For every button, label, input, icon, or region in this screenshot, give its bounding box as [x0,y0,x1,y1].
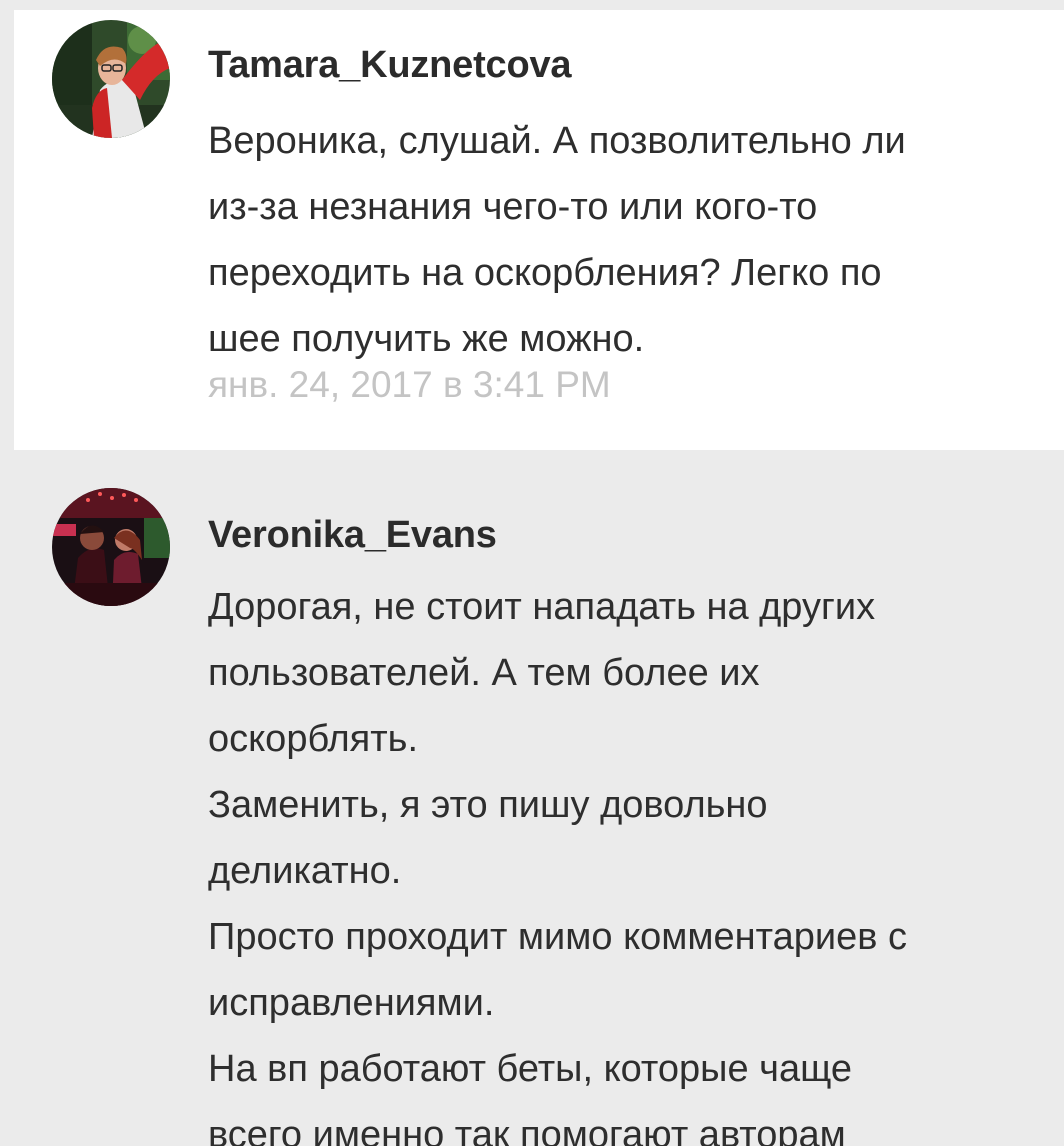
comment-text-line: шее получить же можно. [208,318,645,360]
avatar[interactable] [52,20,170,138]
comment-text-line: деликатно. [208,850,402,892]
comments-thread: Tamara_Kuznetcova Вероника, слушай. А по… [0,0,1064,1146]
comment-text-line: исправлениями. [208,982,495,1024]
avatar-photo-icon [52,488,170,606]
comment-text-line: переходить на оскорбления? Легко по [208,252,882,294]
comment-text-line: На вп работают беты, которые чаще [208,1048,853,1090]
comment-text-line: Вероника, слушай. А позволительно ли [208,120,906,162]
username[interactable]: Veronika_Evans [208,514,497,557]
avatar[interactable] [52,488,170,606]
avatar-photo-icon [52,20,170,138]
comment-card: Tamara_Kuznetcova Вероника, слушай. А по… [14,10,1064,450]
comment-text-line: из-за незнания чего-то или кого-то [208,186,818,228]
comment-text-line: всего именно так помогают авторам [208,1114,846,1146]
username[interactable]: Tamara_Kuznetcova [208,44,572,87]
timestamp: янв. 24, 2017 в 3:41 PM [208,364,611,405]
comment-text-line: оскорблять. [208,718,419,760]
comment-text-line: Дорогая, не стоит нападать на других [208,586,876,628]
comment-card: Veronika_Evans Дорогая, не стоит нападат… [14,452,1064,1146]
comment-text: Дорогая, не стоит нападать на других пол… [208,574,1038,1146]
comment-text-line: Просто проходит мимо комментариев с [208,916,907,958]
comment-text-line: Заменить, я это пишу довольно [208,784,768,826]
comment-text: Вероника, слушай. А позволительно ли из-… [208,108,1038,372]
comment-text-line: пользователей. А тем более их [208,652,760,694]
